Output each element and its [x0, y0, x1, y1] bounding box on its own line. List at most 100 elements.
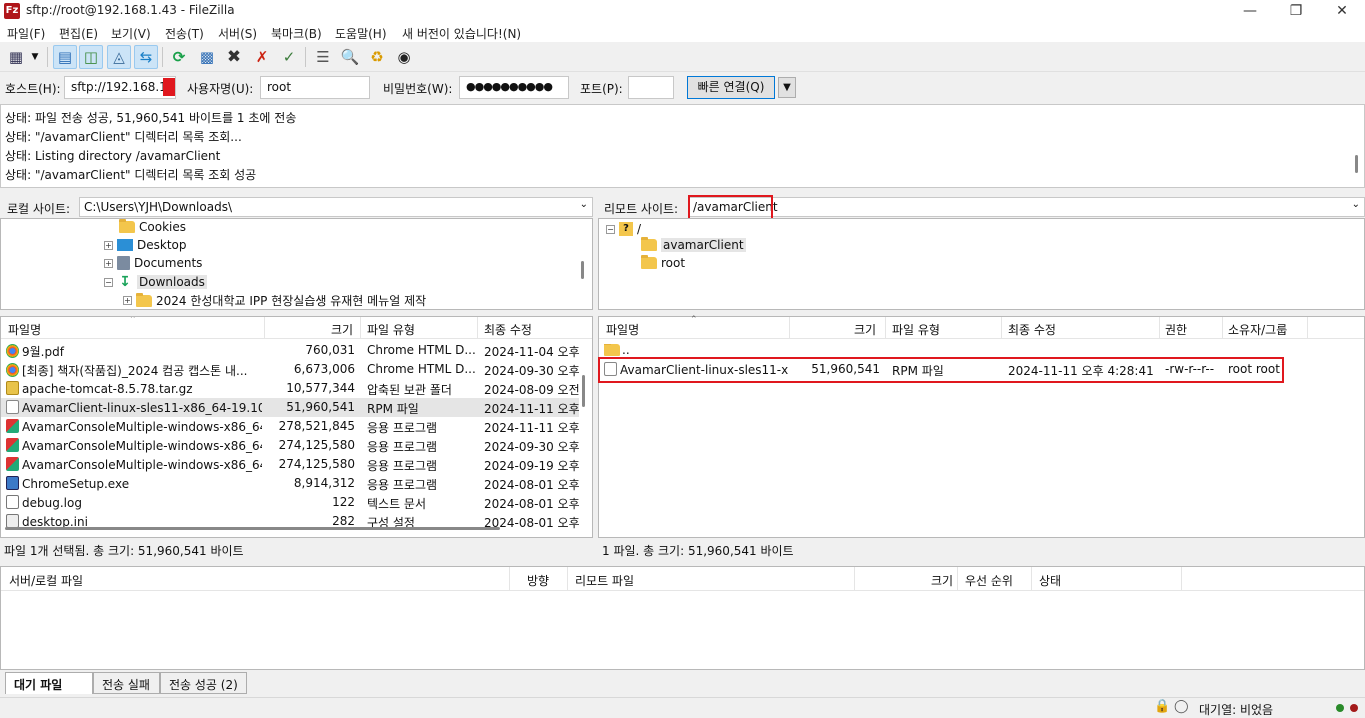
password-field[interactable]: ●●●●●●●●●● — [459, 76, 569, 99]
speed-limit-icon[interactable]: ◯ — [1174, 699, 1189, 714]
username-field[interactable]: root — [260, 76, 370, 99]
local-tree: Cookies + Desktop + Documents − ↧ Downloads … — [0, 218, 593, 310]
col-type[interactable]: 파일 유형 — [892, 321, 940, 338]
col-size[interactable]: 크기 — [331, 321, 353, 338]
col-owner[interactable]: 소유자/그룹 — [1228, 321, 1287, 338]
chevron-down-icon[interactable]: ⌄ — [1352, 199, 1360, 210]
menu-transfer[interactable]: 전송(T) — [165, 25, 204, 42]
collapse-icon[interactable]: − — [606, 224, 615, 234]
filter-icon[interactable]: 🔍 — [338, 45, 362, 69]
table-row[interactable]: AvamarConsoleMultiple-windows-x86_64-...… — [1, 436, 579, 455]
local-list-scrollbar[interactable] — [582, 375, 585, 407]
file-permissions: -rw-r--r-- — [1165, 362, 1215, 376]
col-filename[interactable]: 파일명 — [606, 321, 639, 338]
disconnect-icon[interactable]: ✗ — [250, 45, 274, 69]
close-icon[interactable]: ✕ — [1319, 0, 1365, 22]
menu-help[interactable]: 도움말(H) — [335, 25, 387, 42]
documents-icon — [117, 256, 130, 270]
unknown-folder-icon: ? — [619, 222, 633, 236]
tree-item-root[interactable]: root — [641, 255, 685, 270]
expand-icon[interactable]: + — [123, 296, 132, 305]
collapse-icon[interactable]: − — [104, 277, 113, 287]
toggle-local-tree-icon[interactable]: ◫ — [79, 45, 103, 69]
download-arrow-icon: ↧ — [119, 274, 131, 290]
tree-item-desktop[interactable]: + Desktop — [104, 238, 187, 252]
file-type: RPM 파일 — [892, 364, 944, 378]
file-name: ChromeSetup.exe — [22, 477, 130, 491]
parent-dir-row[interactable]: .. — [599, 341, 1364, 360]
file-size: 122 — [332, 495, 355, 509]
host-field[interactable]: sftp://192.168.1. — [64, 76, 176, 99]
tab-failed-transfers[interactable]: 전송 실패 — [93, 672, 160, 694]
reconnect-icon[interactable]: ✓ — [277, 45, 301, 69]
tree-item-downloads[interactable]: − ↧ Downloads — [104, 274, 207, 290]
col-size[interactable]: 크기 — [931, 572, 953, 589]
toggle-log-icon[interactable]: ▤ — [53, 45, 77, 69]
col-status[interactable]: 상태 — [1039, 572, 1061, 589]
table-row[interactable]: debug.log 122 텍스트 문서 2024-08-01 오후 — [1, 493, 579, 512]
menu-edit[interactable]: 편집(E) — [59, 25, 98, 42]
remote-path-field[interactable]: /avamarClient ⌄ — [688, 197, 1365, 217]
chevron-down-icon[interactable]: ▼ — [28, 45, 42, 69]
tab-successful-transfers[interactable]: 전송 성공 (2) — [160, 672, 247, 694]
user-label: 사용자명(U): — [187, 82, 254, 96]
port-field[interactable] — [628, 76, 674, 99]
log-scrollbar[interactable] — [1355, 155, 1358, 173]
tree-item-documents[interactable]: + Documents — [104, 256, 202, 270]
toggle-queue-icon[interactable]: ⇆ — [134, 45, 158, 69]
col-modified[interactable]: 최종 수정 — [484, 321, 532, 338]
local-list-hscrollbar[interactable] — [5, 527, 500, 530]
col-size[interactable]: 크기 — [854, 321, 876, 338]
cancel-icon[interactable]: ✖ — [222, 45, 246, 69]
search-icon[interactable]: ◉ — [392, 45, 416, 69]
menu-bookmarks[interactable]: 북마크(B) — [271, 25, 322, 42]
quickconnect-button[interactable]: 빠른 연결(Q) — [687, 76, 775, 99]
tree-item-root-dir[interactable]: −? / — [606, 222, 641, 236]
col-direction[interactable]: 방향 — [527, 572, 549, 589]
sync-browse-icon[interactable]: ♻ — [365, 45, 389, 69]
restore-icon[interactable]: ❐ — [1273, 0, 1319, 22]
title-bar: Fz sftp://root@192.168.1.43 - FileZilla … — [0, 0, 1365, 22]
table-row[interactable]: apache-tomcat-8.5.78.tar.gz 10,577,344 압축된… — [1, 379, 579, 398]
col-type[interactable]: 파일 유형 — [367, 321, 415, 338]
col-server-local-file[interactable]: 서버/로컬 파일 — [9, 572, 83, 589]
col-priority[interactable]: 우선 순위 — [965, 572, 1013, 589]
table-row[interactable]: [최종] 책자(작품집)_2024 컴공 캡스톤 내... 6,673,006 Ch… — [1, 360, 579, 379]
tree-item-manual-folder[interactable]: +2024 한성대학교 IPP 현장실습생 유재현 메뉴얼 제작 — [123, 292, 426, 309]
table-row[interactable]: ChromeSetup.exe 8,914,312 응용 프로그램 2024-08-0… — [1, 474, 579, 493]
menu-view[interactable]: 보기(V) — [111, 25, 151, 42]
chevron-down-icon[interactable]: ▼ — [778, 77, 796, 98]
site-manager-icon[interactable]: ▦ — [4, 45, 28, 69]
window-title: sftp://root@192.168.1.43 - FileZilla — [26, 3, 235, 17]
file-name: AvamarConsoleMultiple-windows-x86_64-... — [22, 420, 262, 434]
tree-item-avamarclient[interactable]: avamarClient — [641, 237, 746, 252]
tab-queued-files[interactable]: 대기 파일 — [5, 672, 93, 694]
menu-new-version[interactable]: 새 버전이 있습니다!(N) — [402, 25, 521, 42]
table-row[interactable]: AvamarClient-linux-sles11-x... 51,960,54… — [599, 360, 1364, 379]
expand-icon[interactable]: + — [104, 240, 113, 250]
col-permissions[interactable]: 권한 — [1165, 321, 1187, 338]
menu-server[interactable]: 서버(S) — [218, 25, 257, 42]
tree-item-label: 2024 한성대학교 IPP 현장실습생 유재현 메뉴얼 제작 — [156, 294, 427, 308]
table-row[interactable]: AvamarClient-linux-sles11-x86_64-19.10..… — [1, 398, 579, 417]
tree-item-cookies[interactable]: Cookies — [119, 219, 186, 234]
minimize-icon[interactable]: — — [1227, 0, 1273, 22]
chevron-down-icon[interactable]: ⌄ — [580, 199, 588, 210]
col-filename[interactable]: 파일명 — [8, 321, 41, 338]
toggle-remote-tree-icon[interactable]: ◬ — [107, 45, 131, 69]
directory-compare-icon[interactable]: ☰ — [311, 45, 335, 69]
local-tree-scrollbar[interactable] — [581, 261, 584, 279]
menu-file[interactable]: 파일(F) — [7, 25, 45, 42]
expand-icon[interactable]: + — [104, 258, 113, 268]
file-modified: 2024-11-04 오후 — [484, 345, 579, 359]
table-row[interactable]: AvamarConsoleMultiple-windows-x86_64-...… — [1, 455, 579, 474]
table-row[interactable]: AvamarConsoleMultiple-windows-x86_64-...… — [1, 417, 579, 436]
col-modified[interactable]: 최종 수정 — [1008, 321, 1056, 338]
local-path-field[interactable]: C:\Users\YJH\Downloads\ ⌄ — [79, 197, 593, 217]
table-row[interactable]: 9월.pdf 760,031 Chrome HTML D... 2024-11-04 … — [1, 341, 579, 360]
app-icon — [6, 419, 19, 433]
sort-up-icon: ⌃ — [129, 316, 137, 325]
process-queue-icon[interactable]: ▩ — [195, 45, 219, 69]
col-remote-file[interactable]: 리모트 파일 — [575, 572, 634, 589]
refresh-icon[interactable]: ⟳ — [167, 45, 191, 69]
